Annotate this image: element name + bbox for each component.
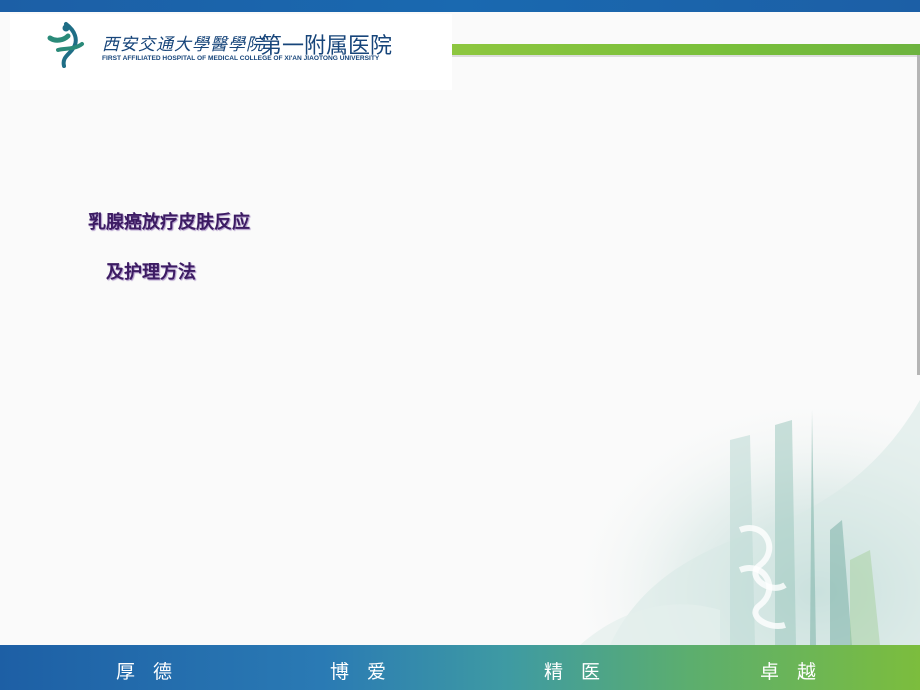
slide-title-line-2: 及护理方法 bbox=[106, 262, 196, 283]
motto-item: 精医 bbox=[544, 661, 619, 683]
header-green-stripe bbox=[452, 44, 920, 55]
motto-item: 厚德 bbox=[116, 661, 191, 683]
institution-script-name: 西安交通大學醫學院 bbox=[102, 35, 264, 55]
top-color-bar bbox=[0, 0, 920, 12]
slide-title-line-1: 乳腺癌放疗皮肤反应 bbox=[88, 212, 250, 233]
hospital-english-name: FIRST AFFILIATED HOSPITAL OF MEDICAL COL… bbox=[102, 55, 380, 62]
motto-item: 博爱 bbox=[330, 661, 405, 683]
header-divider bbox=[452, 55, 920, 57]
background-decoration bbox=[580, 380, 920, 645]
footer-motto-bar: 厚德 博爱 精医 卓越 bbox=[0, 645, 920, 690]
hospital-logo-icon bbox=[47, 22, 84, 68]
motto-item: 卓越 bbox=[760, 661, 835, 683]
hospital-logo: 西安交通大學醫學院 第一附属医院 FIRST AFFILIATED HOSPIT… bbox=[10, 14, 452, 90]
